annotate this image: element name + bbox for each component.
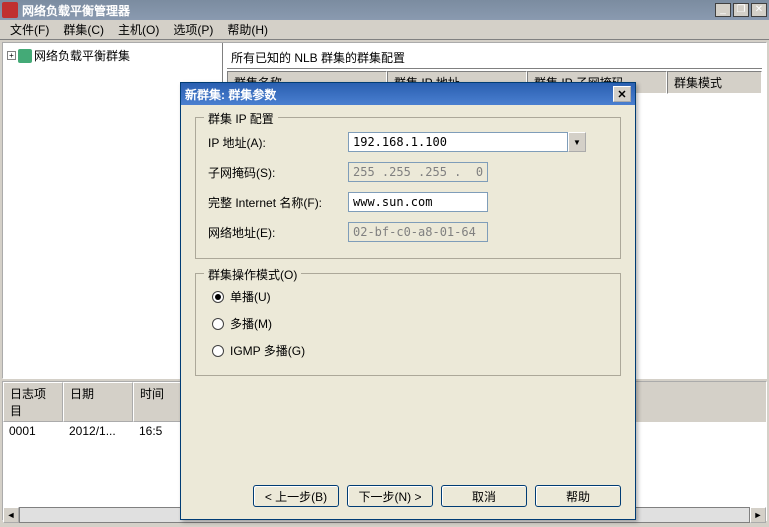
cluster-icon — [18, 49, 32, 63]
minimize-button[interactable]: _ — [715, 3, 731, 17]
log-col-date[interactable]: 日期 — [63, 382, 133, 422]
cancel-button[interactable]: 取消 — [441, 485, 527, 507]
log-col-time[interactable]: 时间 — [133, 382, 183, 422]
chevron-down-icon[interactable]: ▼ — [568, 132, 586, 152]
next-button[interactable]: 下一步(N) > — [347, 485, 433, 507]
group-ip-config: 群集 IP 配置 IP 地址(A): ▼ 子网掩码(S): 完整 Interne… — [195, 117, 621, 259]
ip-input[interactable] — [348, 132, 568, 152]
tree-root-label: 网络负载平衡群集 — [34, 47, 130, 64]
scroll-right-icon[interactable]: ► — [750, 507, 766, 523]
close-button[interactable]: ✕ — [751, 3, 767, 17]
main-titlebar: 网络负载平衡管理器 _ ❐ ✕ — [0, 0, 769, 20]
radio-igmp[interactable]: IGMP 多播(G) — [208, 342, 608, 359]
ip-label: IP 地址(A): — [208, 134, 348, 151]
menubar: 文件(F) 群集(C) 主机(O) 选项(P) 帮助(H) — [0, 20, 769, 40]
back-button[interactable]: < 上一步(B) — [253, 485, 339, 507]
radio-igmp-label: IGMP 多播(G) — [230, 342, 305, 359]
mask-label: 子网掩码(S): — [208, 164, 348, 181]
new-cluster-dialog: 新群集: 群集参数 ✕ 群集 IP 配置 IP 地址(A): ▼ 子网掩码(S)… — [180, 82, 636, 520]
expand-icon[interactable]: + — [7, 51, 16, 60]
group-mode-legend: 群集操作模式(O) — [204, 266, 301, 283]
restore-button[interactable]: ❐ — [733, 3, 749, 17]
right-pane-header: 所有已知的 NLB 群集的群集配置 — [227, 47, 762, 69]
dialog-title: 新群集: 群集参数 — [185, 86, 276, 103]
scroll-left-icon[interactable]: ◄ — [3, 507, 19, 523]
radio-unicast[interactable]: 单播(U) — [208, 288, 608, 305]
fqdn-input[interactable] — [348, 192, 488, 212]
log-col-item[interactable]: 日志项目 — [3, 382, 63, 422]
tree-root[interactable]: + 网络负载平衡群集 — [7, 47, 218, 64]
group-mode: 群集操作模式(O) 单播(U) 多播(M) IGMP 多播(G) — [195, 273, 621, 376]
dialog-buttons: < 上一步(B) 下一步(N) > 取消 帮助 — [253, 485, 621, 507]
help-button[interactable]: 帮助 — [535, 485, 621, 507]
menu-host[interactable]: 主机(O) — [112, 19, 165, 40]
mask-input — [348, 162, 488, 182]
mac-input — [348, 222, 488, 242]
fqdn-label: 完整 Internet 名称(F): — [208, 194, 348, 211]
radio-multicast-label: 多播(M) — [230, 315, 272, 332]
dialog-close-button[interactable]: ✕ — [613, 86, 631, 102]
radio-icon[interactable] — [212, 318, 224, 330]
log-cell-date: 2012/1... — [63, 424, 133, 438]
group-ip-legend: 群集 IP 配置 — [204, 110, 278, 127]
col-cluster-mode[interactable]: 群集模式 — [667, 71, 762, 94]
window-title: 网络负载平衡管理器 — [22, 2, 715, 19]
radio-multicast[interactable]: 多播(M) — [208, 315, 608, 332]
log-cell-item: 0001 — [3, 424, 63, 438]
radio-unicast-label: 单播(U) — [230, 288, 271, 305]
menu-file[interactable]: 文件(F) — [4, 19, 55, 40]
menu-cluster[interactable]: 群集(C) — [57, 19, 110, 40]
menu-help[interactable]: 帮助(H) — [221, 19, 274, 40]
app-icon — [2, 2, 18, 18]
menu-options[interactable]: 选项(P) — [167, 19, 219, 40]
radio-icon[interactable] — [212, 345, 224, 357]
log-cell-time: 16:5 — [133, 424, 183, 438]
radio-icon[interactable] — [212, 291, 224, 303]
mac-label: 网络地址(E): — [208, 224, 348, 241]
ip-combo[interactable]: ▼ — [348, 132, 586, 152]
dialog-titlebar: 新群集: 群集参数 ✕ — [181, 83, 635, 105]
